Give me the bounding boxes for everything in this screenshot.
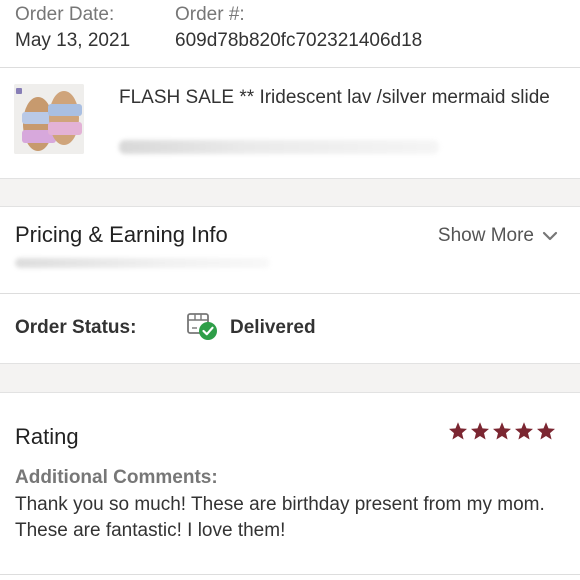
divider	[0, 574, 580, 575]
star-icon	[471, 422, 489, 440]
star-icon	[493, 422, 511, 440]
rating-stars	[448, 421, 556, 441]
order-status-label: Order Status:	[15, 317, 137, 338]
redacted-earnings	[15, 258, 270, 268]
product-row[interactable]: FLASH SALE ** Iridescent lav /silver mer…	[0, 68, 580, 178]
star-icon	[515, 422, 533, 440]
chevron-down-icon	[542, 231, 558, 241]
order-header: Order Date: May 13, 2021 Order #: 609d78…	[0, 0, 580, 68]
section-gap	[0, 178, 580, 207]
section-gap	[0, 363, 580, 393]
divider	[0, 293, 580, 294]
order-number-value: 609d78b820fc702321406d18	[175, 30, 423, 51]
star-icon	[537, 422, 555, 440]
box-check-icon	[187, 313, 217, 340]
redacted-price	[119, 140, 439, 154]
order-status-value: Delivered	[230, 317, 316, 338]
show-more-button[interactable]: Show More	[438, 225, 558, 247]
product-title[interactable]: FLASH SALE ** Iridescent lav /silver mer…	[119, 84, 559, 111]
order-date-value: May 13, 2021	[15, 30, 131, 51]
additional-comments-text: Thank you so much! These are birthday pr…	[15, 494, 545, 541]
rating-title: Rating	[15, 424, 79, 449]
star-icon	[449, 422, 467, 440]
sandals-image	[14, 84, 84, 154]
order-details-page: Order Date: May 13, 2021 Order #: 609d78…	[0, 0, 580, 580]
product-thumbnail[interactable]	[14, 84, 84, 154]
additional-comments-label: Additional Comments:	[15, 467, 218, 488]
order-date-label: Order Date:	[15, 4, 115, 25]
pricing-title: Pricing & Earning Info	[15, 222, 228, 247]
show-more-label: Show More	[437, 225, 534, 246]
order-number-label: Order #:	[175, 4, 245, 25]
